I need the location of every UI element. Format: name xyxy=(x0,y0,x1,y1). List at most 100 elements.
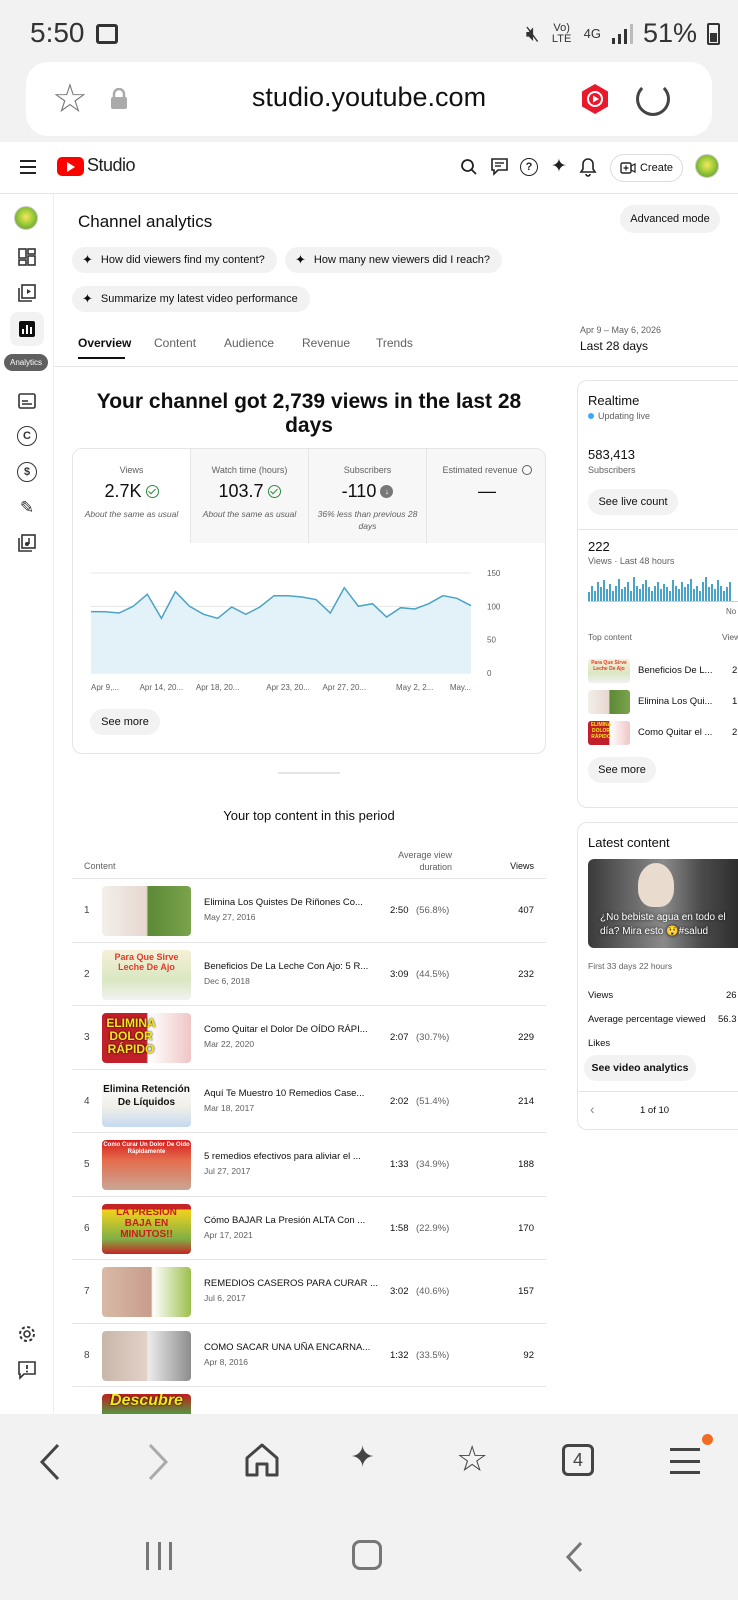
views-line-chart: 0 50 100 150 Apr 9,... Apr 14, 20... Apr 18, 2… xyxy=(90,569,501,692)
menu-icon[interactable] xyxy=(20,160,36,174)
yt-music-icon[interactable] xyxy=(580,83,610,115)
divider xyxy=(578,1091,738,1092)
realtime-list-item[interactable]: Elimina Los Qui... 1 xyxy=(588,688,738,714)
realtime-see-more-button[interactable]: See more xyxy=(588,757,656,783)
ai-sparkles-icon[interactable]: ✦ xyxy=(350,1440,375,1475)
create-button[interactable]: Create xyxy=(610,154,683,182)
video-thumbnail[interactable] xyxy=(102,886,191,936)
metric-subscribers[interactable]: Subscribers -110 ↓ 36% less than previous… xyxy=(309,449,427,543)
account-avatar[interactable] xyxy=(695,154,719,178)
youtube-logo-icon[interactable] xyxy=(57,157,84,176)
audio-library-icon[interactable] xyxy=(17,533,37,553)
system-back-icon[interactable] xyxy=(564,1540,584,1574)
tab-revenue[interactable]: Revenue xyxy=(302,336,350,350)
feedback-icon[interactable] xyxy=(17,1360,37,1380)
chip-find-content[interactable]: ✦ How did viewers find my content? xyxy=(72,247,277,273)
subtitles-icon[interactable] xyxy=(17,391,37,411)
video-thumbnail[interactable]: Para Que Sirve Leche De Ajo xyxy=(102,949,191,1000)
bookmarks-icon[interactable]: ☆ xyxy=(456,1438,488,1480)
help-icon[interactable]: ? xyxy=(520,158,538,176)
realtime-item-title[interactable]: Beneficios De L... xyxy=(638,665,712,676)
video-title[interactable]: 5 remedios efectivos para aliviar el ... xyxy=(204,1151,361,1162)
video-add-icon xyxy=(620,162,636,174)
chevron-left-icon[interactable]: ‹ xyxy=(590,1101,595,1117)
chip-summarize[interactable]: ✦ Summarize my latest video performance xyxy=(72,286,310,312)
video-thumbnail[interactable]: ELIMINA DOLOR RÁPIDO xyxy=(102,1013,191,1063)
table-row[interactable]: 2 Para Que Sirve Leche De Ajo Beneficios D… xyxy=(72,941,546,1006)
address-box[interactable]: ☆ studio.youtube.com xyxy=(26,62,712,136)
monetization-icon[interactable]: $ xyxy=(17,462,37,482)
col-average-view-duration[interactable]: Average view duration xyxy=(386,849,452,873)
clock-icon xyxy=(521,465,532,475)
realtime-item-title[interactable]: Elimina Los Qui... xyxy=(638,696,712,707)
table-row[interactable]: 8 COMO SACAR UNA UÑA ENCARNA... Apr 8, 201… xyxy=(72,1322,546,1387)
table-row[interactable]: 6 LA PRESIÓN BAJA EN MINUTOS!! Cómo BAJAR … xyxy=(72,1195,546,1260)
video-thumbnail[interactable]: Como Curar Un Dolor De Oído Rápidamente xyxy=(102,1140,191,1190)
forward-arrow-icon[interactable] xyxy=(146,1442,170,1482)
see-live-count-button[interactable]: See live count xyxy=(588,489,678,515)
comments-icon[interactable] xyxy=(490,157,509,176)
tabs-icon[interactable]: 4 xyxy=(562,1444,594,1476)
video-thumbnail[interactable] xyxy=(102,1267,191,1317)
dashboard-icon[interactable] xyxy=(17,247,37,267)
tab-divider xyxy=(54,366,738,367)
video-title[interactable]: Cómo BAJAR La Presión ALTA Con ... xyxy=(204,1215,365,1226)
analytics-icon[interactable] xyxy=(17,319,37,339)
video-title[interactable]: REMEDIOS CASEROS PARA CURAR ... xyxy=(204,1278,378,1289)
copyright-icon[interactable]: C xyxy=(17,426,37,446)
tab-content[interactable]: Content xyxy=(154,336,196,350)
chip-new-viewers[interactable]: ✦ How many new viewers did I reach? xyxy=(285,247,502,273)
recents-icon[interactable] xyxy=(146,1542,172,1570)
content-icon[interactable] xyxy=(17,283,37,303)
video-title[interactable]: Como Quitar el Dolor De OÍDO RÁPI... xyxy=(204,1024,368,1035)
video-title[interactable]: Aquí Te Muestro 10 Remedios Case... xyxy=(204,1088,364,1099)
realtime-item-title[interactable]: Como Quitar el ... xyxy=(638,727,712,738)
tab-overview[interactable]: Overview xyxy=(78,336,131,350)
row-views: 407 xyxy=(518,905,534,916)
realtime-list-item[interactable]: ELIMINA DOLOR RÁPIDO Como Quitar el ... 2 xyxy=(588,719,738,745)
video-thumbnail[interactable]: ELIMINA DOLOR RÁPIDO xyxy=(588,721,630,745)
video-thumbnail[interactable]: Elimina Retención De Líquidos xyxy=(102,1076,191,1127)
table-row[interactable]: 1 Elimina Los Quistes De Riñones Co... May… xyxy=(72,878,546,942)
table-row[interactable]: 5 Como Curar Un Dolor De Oído Rápidamente… xyxy=(72,1132,546,1196)
reload-icon[interactable] xyxy=(636,82,670,116)
metric-revenue[interactable]: Estimated revenue — xyxy=(427,449,545,543)
customization-wand-icon[interactable]: ✎ xyxy=(17,498,37,518)
table-row[interactable]: 4 Elimina Retención De Líquidos Aquí Te Mu… xyxy=(72,1068,546,1133)
sparkle-icon[interactable]: ✦ xyxy=(549,155,569,177)
see-video-analytics-button[interactable]: See video analytics xyxy=(584,1055,696,1081)
tab-audience[interactable]: Audience xyxy=(224,336,274,350)
video-thumbnail[interactable]: LA PRESIÓN BAJA EN MINUTOS!! xyxy=(102,1203,191,1254)
advanced-mode-button[interactable]: Advanced mode xyxy=(620,205,720,233)
table-row[interactable]: 9Descubre xyxy=(72,1386,546,1416)
video-title[interactable]: Elimina Los Quistes De Riñones Co... xyxy=(204,897,363,908)
video-thumbnail[interactable]: Descubre xyxy=(102,1394,191,1416)
see-more-button[interactable]: See more xyxy=(90,709,160,735)
col-content[interactable]: Content xyxy=(84,861,116,871)
video-thumbnail[interactable] xyxy=(588,690,630,714)
video-title[interactable]: Beneficios De La Leche Con Ajo: 5 R... xyxy=(204,961,368,972)
metric-watch-time[interactable]: Watch time (hours) 103.7 About the same … xyxy=(191,449,309,543)
date-range[interactable]: Apr 9 – May 6, 2026 xyxy=(580,325,661,335)
search-icon[interactable] xyxy=(460,158,478,176)
col-views[interactable]: Views xyxy=(490,861,534,871)
stat-views-label: Views xyxy=(588,990,614,1001)
latest-video-thumbnail[interactable]: ¿No bebiste agua en todo el día? Mira es… xyxy=(588,859,738,948)
table-row[interactable]: 7 REMEDIOS CASEROS PARA CURAR ... Jul 6, 2… xyxy=(72,1259,546,1323)
video-title[interactable]: COMO SACAR UNA UÑA ENCARNA... xyxy=(204,1342,370,1353)
signal-icon xyxy=(611,23,633,44)
metric-views[interactable]: Views 2.7K About the same as usual xyxy=(73,449,191,543)
back-arrow-icon[interactable] xyxy=(38,1442,62,1482)
home-icon[interactable] xyxy=(244,1442,280,1478)
video-thumbnail[interactable] xyxy=(102,1330,191,1381)
date-range-label[interactable]: Last 28 days xyxy=(580,339,648,353)
video-thumbnail[interactable]: Para Que Sirve Leche De Ajo xyxy=(588,659,630,683)
settings-gear-icon[interactable] xyxy=(17,1324,37,1344)
table-row[interactable]: 3 ELIMINA DOLOR RÁPIDO Como Quitar el Dolo… xyxy=(72,1005,546,1069)
channel-avatar[interactable] xyxy=(14,206,38,230)
home-button-icon[interactable] xyxy=(352,1540,382,1570)
tab-trends[interactable]: Trends xyxy=(376,336,413,350)
notifications-bell-icon[interactable] xyxy=(579,157,597,177)
browser-menu-icon[interactable] xyxy=(670,1448,700,1474)
realtime-list-item[interactable]: Para Que Sirve Leche De Ajo Beneficios De… xyxy=(588,657,738,683)
